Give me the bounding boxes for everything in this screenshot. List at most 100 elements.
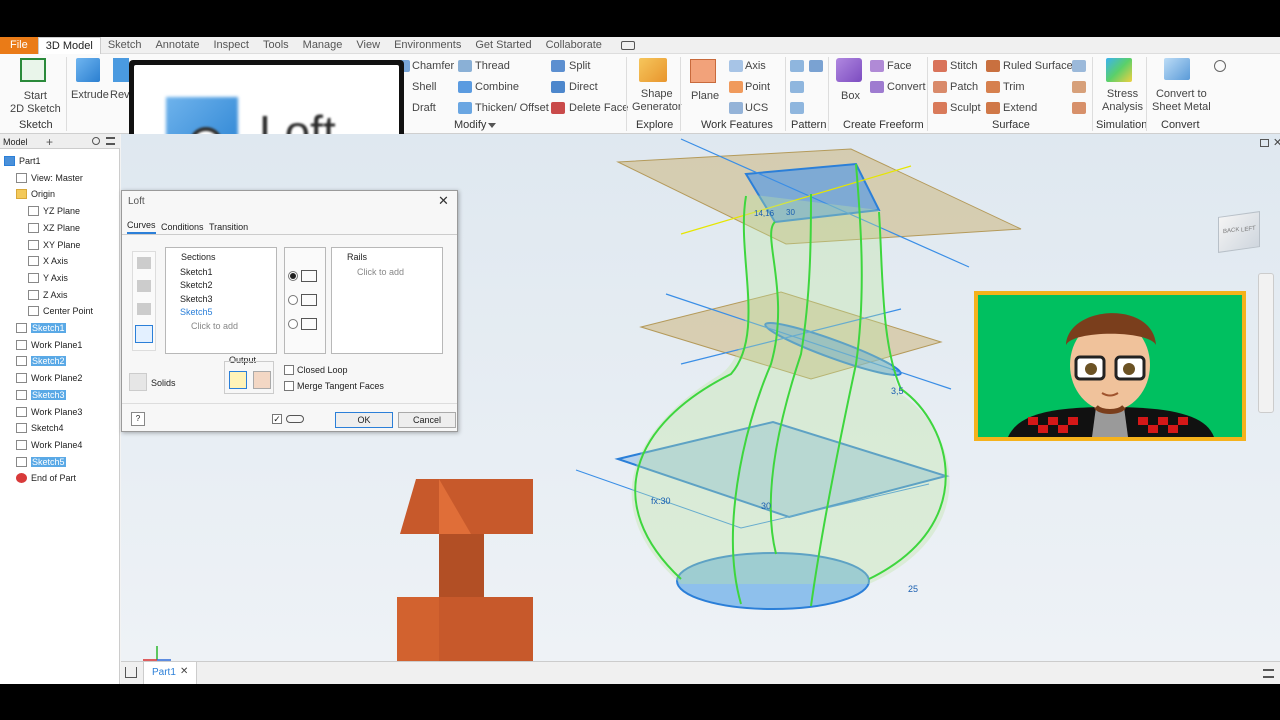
convert-sheet-metal-button[interactable]: Convert to Sheet Metal — [1152, 88, 1211, 114]
section-item[interactable]: Sketch2 — [180, 280, 213, 290]
tree-item[interactable]: Sketch3 — [16, 388, 66, 402]
remove-section-icon[interactable] — [137, 303, 151, 315]
box-icon[interactable] — [836, 58, 862, 82]
stress-analysis-button[interactable]: Stress Analysis — [1102, 88, 1143, 114]
cancel-button[interactable]: Cancel — [398, 412, 456, 428]
tab-annotate[interactable]: Annotate — [148, 37, 206, 54]
replace-face-icon[interactable] — [1072, 102, 1086, 114]
tree-item[interactable]: Sketch5 — [16, 455, 66, 469]
tree-item[interactable]: Center Point — [28, 304, 93, 318]
centerline-radio[interactable] — [288, 295, 298, 305]
revolve-icon[interactable] — [113, 58, 129, 82]
tree-item[interactable]: Part1 — [4, 154, 41, 168]
output-solid-button[interactable] — [229, 371, 247, 389]
stitch-button[interactable]: Stitch — [950, 60, 978, 72]
direct-button[interactable]: Direct — [569, 81, 598, 93]
rect-pattern-icon[interactable] — [790, 60, 804, 72]
tab-inspect[interactable]: Inspect — [207, 37, 256, 54]
shell-button[interactable]: Shell — [412, 81, 436, 93]
rails-list[interactable]: Rails Click to add — [331, 247, 443, 354]
tree-item[interactable]: Y Axis — [28, 271, 68, 285]
tree-item[interactable]: End of Part — [16, 471, 76, 485]
ucs-button[interactable]: UCS — [745, 102, 768, 114]
face-button[interactable]: Face — [887, 60, 911, 72]
mirror-icon[interactable] — [809, 60, 823, 72]
tree-item[interactable]: Work Plane4 — [16, 438, 82, 452]
thread-button[interactable]: Thread — [475, 60, 510, 72]
sections-list[interactable]: Sections Sketch1 Sketch2 Sketch3 Sketch5… — [165, 247, 277, 354]
tab-environments[interactable]: Environments — [387, 37, 468, 54]
chamfer-button[interactable]: Chamfer — [412, 60, 454, 72]
patch-button[interactable]: Patch — [950, 81, 978, 93]
rails-click-to-add[interactable]: Click to add — [357, 267, 404, 277]
point-button[interactable]: Point — [745, 81, 770, 93]
box-button[interactable]: Box — [841, 90, 860, 102]
shape-generator-button[interactable]: Shape Generator — [632, 88, 682, 114]
closed-loop-checkbox[interactable] — [284, 365, 294, 375]
navigation-bar[interactable] — [1258, 273, 1274, 413]
tab-view[interactable]: View — [349, 37, 387, 54]
extrude-icon[interactable] — [76, 58, 100, 82]
sketch-pattern-icon[interactable] — [790, 102, 804, 114]
tab-transition[interactable]: Transition — [209, 222, 248, 232]
tree-item[interactable]: XZ Plane — [28, 221, 80, 235]
tree-item[interactable]: View: Master — [16, 171, 83, 185]
view-cube-left[interactable]: LEFT — [1241, 226, 1256, 234]
section-item[interactable]: Sketch3 — [180, 294, 213, 304]
menu-icon[interactable] — [106, 137, 115, 145]
preview-checkbox[interactable]: ✓ — [272, 414, 282, 424]
extend-button[interactable]: Extend — [1003, 102, 1037, 114]
tree-item[interactable]: YZ Plane — [28, 204, 80, 218]
stress-analysis-icon[interactable] — [1106, 58, 1132, 82]
shape-generator-icon[interactable] — [639, 58, 667, 82]
dialog-close-icon[interactable]: ✕ — [438, 193, 449, 209]
output-surface-button[interactable] — [253, 371, 271, 389]
sections-click-to-add[interactable]: Click to add — [191, 321, 238, 331]
view-cube-back[interactable]: BACK — [1223, 227, 1239, 235]
combine-button[interactable]: Combine — [475, 81, 519, 93]
viewport-close-icon[interactable]: ✕ — [1273, 136, 1280, 149]
start-sketch-icon[interactable] — [20, 58, 46, 82]
search-icon[interactable] — [92, 137, 100, 145]
home-icon[interactable] — [125, 667, 137, 678]
repair-icon[interactable] — [1072, 60, 1086, 72]
tree-item[interactable]: Work Plane2 — [16, 371, 82, 385]
section-item[interactable]: Sketch5 — [180, 307, 213, 317]
draft-button[interactable]: Draft — [412, 102, 436, 114]
tree-item[interactable]: Z Axis — [28, 288, 68, 302]
move-down-icon[interactable] — [137, 280, 151, 292]
delete-face-button[interactable]: Delete Face — [569, 102, 628, 114]
area-loft-radio[interactable] — [288, 319, 298, 329]
modify-dropdown-icon[interactable] — [488, 123, 496, 128]
rails-radio[interactable] — [288, 271, 298, 281]
browser-tab-model[interactable]: Model — [3, 135, 28, 149]
merge-tangent-checkbox[interactable] — [284, 381, 294, 391]
tab-manage[interactable]: Manage — [296, 37, 350, 54]
ok-button[interactable]: OK — [335, 412, 393, 428]
trim-button[interactable]: Trim — [1003, 81, 1025, 93]
move-up-icon[interactable] — [137, 257, 151, 269]
camera-icon[interactable] — [620, 40, 635, 50]
tree-item[interactable]: XY Plane — [28, 238, 80, 252]
plane-icon[interactable] — [690, 59, 716, 83]
tree-item[interactable]: X Axis — [28, 254, 68, 268]
tab-menu-icon[interactable] — [1263, 669, 1274, 678]
help-icon[interactable]: ? — [131, 412, 145, 426]
start-sketch-button[interactable]: Start 2D Sketch — [10, 90, 61, 116]
doc-tab-part1[interactable]: Part1 ✕ — [143, 662, 197, 684]
tab-sketch[interactable]: Sketch — [101, 37, 149, 54]
ribbon-options-icon[interactable] — [1214, 60, 1226, 72]
tab-collaborate[interactable]: Collaborate — [539, 37, 609, 54]
viewport-restore-icon[interactable] — [1260, 139, 1269, 147]
tab-get-started[interactable]: Get Started — [468, 37, 538, 54]
extrude-button[interactable]: Extrude — [71, 89, 109, 101]
tree-item[interactable]: Work Plane3 — [16, 405, 82, 419]
tab-curves[interactable]: Curves — [127, 220, 156, 234]
tab-3d-model[interactable]: 3D Model — [37, 37, 101, 54]
sheet-metal-icon[interactable] — [1164, 58, 1190, 80]
tree-item[interactable]: Sketch4 — [16, 421, 64, 435]
modify-group-label[interactable]: Modify — [454, 119, 486, 131]
plane-button[interactable]: Plane — [691, 90, 719, 102]
point-mapping-icon[interactable] — [135, 325, 153, 343]
tree-item[interactable]: Sketch2 — [16, 354, 66, 368]
